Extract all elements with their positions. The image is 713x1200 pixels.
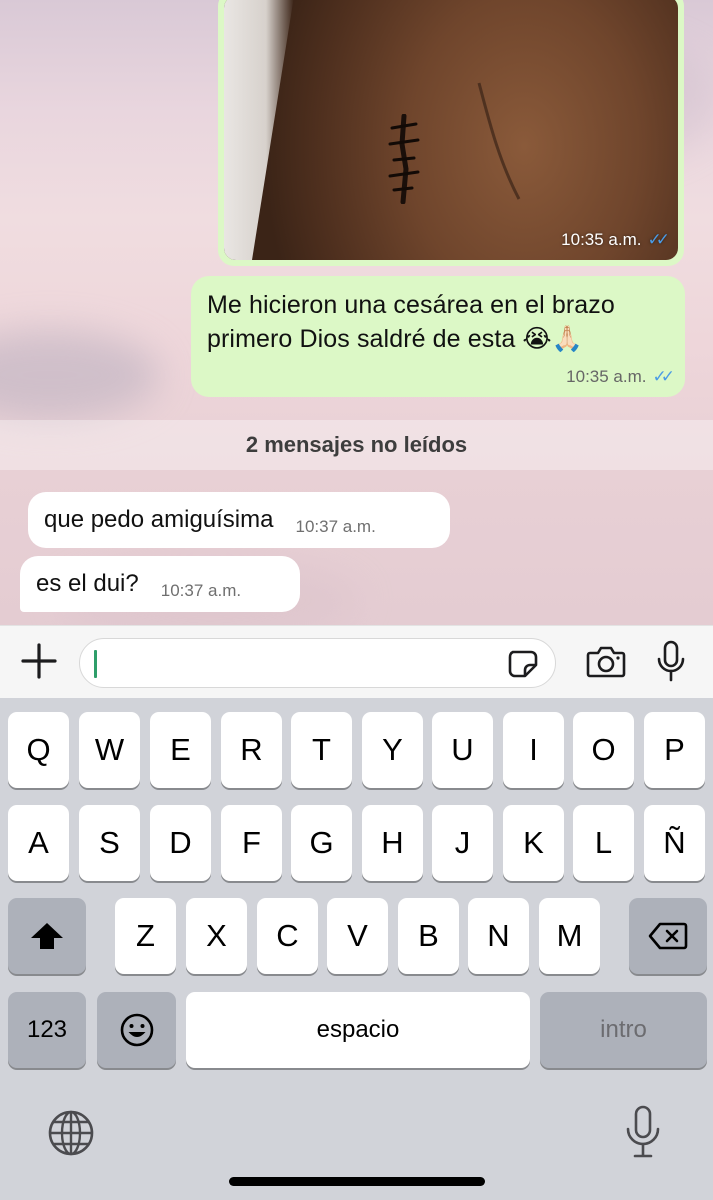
message-text: que pedo amiguísima [44, 506, 274, 533]
photo-time: 10:35 a.m. [561, 230, 642, 249]
backspace-icon [648, 922, 688, 950]
text-caret [94, 650, 97, 678]
key-c[interactable]: C [257, 898, 318, 974]
key-p[interactable]: P [644, 712, 705, 788]
camera-icon[interactable] [586, 644, 626, 678]
key-n-tilde[interactable]: Ñ [644, 805, 705, 881]
unread-messages-banner: 2 mensajes no leídos [0, 420, 713, 470]
composer-bar [0, 625, 713, 698]
key-l[interactable]: L [573, 805, 634, 881]
sticker-icon[interactable] [507, 649, 539, 679]
double-check-icon: ✓✓ [647, 230, 670, 249]
plus-icon[interactable] [20, 642, 58, 680]
photo-background [224, 0, 294, 260]
chat-area[interactable]: 10:35 a.m. ✓✓ Me hicieron una cesárea en… [0, 0, 713, 625]
key-o[interactable]: O [573, 712, 634, 788]
shift-key[interactable] [8, 898, 86, 974]
numbers-key[interactable]: 123 [8, 992, 86, 1068]
message-time: 10:37 a.m. [295, 517, 376, 536]
key-h[interactable]: H [362, 805, 423, 881]
scar-line-graphic [477, 82, 521, 200]
key-s[interactable]: S [79, 805, 140, 881]
message-input[interactable] [79, 638, 556, 688]
key-f[interactable]: F [221, 805, 282, 881]
space-key[interactable]: espacio [186, 992, 530, 1068]
microphone-icon[interactable] [656, 640, 686, 682]
incoming-message[interactable]: es el dui? 10:37 a.m. [20, 556, 300, 612]
key-i[interactable]: I [503, 712, 564, 788]
backspace-key[interactable] [629, 898, 707, 974]
key-k[interactable]: K [503, 805, 564, 881]
message-timestamp: 10:35 a.m. ✓✓ [566, 367, 675, 387]
key-g[interactable]: G [291, 805, 352, 881]
outgoing-text-message[interactable]: Me hicieron una cesárea en el brazo prim… [191, 276, 685, 397]
key-x[interactable]: X [186, 898, 247, 974]
globe-icon[interactable] [46, 1108, 96, 1158]
key-w[interactable]: W [79, 712, 140, 788]
shift-icon [31, 923, 63, 949]
message-line-2: primero Dios saldré de esta 😭🙏🏻 [207, 325, 583, 353]
key-y[interactable]: Y [362, 712, 423, 788]
key-e[interactable]: E [150, 712, 211, 788]
key-j[interactable]: J [432, 805, 493, 881]
wallpaper-cloud [0, 330, 160, 420]
message-line-1: Me hicieron una cesárea en el brazo [207, 291, 615, 319]
home-indicator[interactable] [229, 1177, 485, 1186]
message-time: 10:37 a.m. [160, 581, 242, 600]
incoming-message[interactable]: que pedo amiguísima 10:37 a.m. [28, 492, 450, 548]
emoji-icon [120, 1013, 153, 1047]
arm-photo[interactable]: 10:35 a.m. ✓✓ [224, 0, 678, 260]
key-b[interactable]: B [398, 898, 459, 974]
key-z[interactable]: Z [115, 898, 176, 974]
dictation-mic-icon[interactable] [624, 1104, 662, 1160]
key-r[interactable]: R [221, 712, 282, 788]
outgoing-photo-message[interactable]: 10:35 a.m. ✓✓ [218, 0, 684, 266]
key-t[interactable]: T [291, 712, 352, 788]
message-time: 10:35 a.m. [566, 367, 647, 386]
return-key[interactable]: intro [540, 992, 707, 1068]
key-a[interactable]: A [8, 805, 69, 881]
key-m[interactable]: M [539, 898, 600, 974]
message-text: Me hicieron una cesárea en el brazo prim… [207, 288, 669, 356]
keyboard: Q W E R T Y U I O P A S D F G H J K L Ñ … [0, 698, 713, 1200]
double-check-icon: ✓✓ [652, 367, 675, 386]
key-n[interactable]: N [468, 898, 529, 974]
key-u[interactable]: U [432, 712, 493, 788]
key-d[interactable]: D [150, 805, 211, 881]
key-q[interactable]: Q [8, 712, 69, 788]
stitches-graphic [388, 114, 420, 204]
key-v[interactable]: V [327, 898, 388, 974]
emoji-key[interactable] [97, 992, 176, 1068]
unread-banner-label: 2 mensajes no leídos [245, 432, 468, 457]
message-text: es el dui? [36, 570, 139, 597]
photo-timestamp: 10:35 a.m. ✓✓ [561, 230, 670, 250]
